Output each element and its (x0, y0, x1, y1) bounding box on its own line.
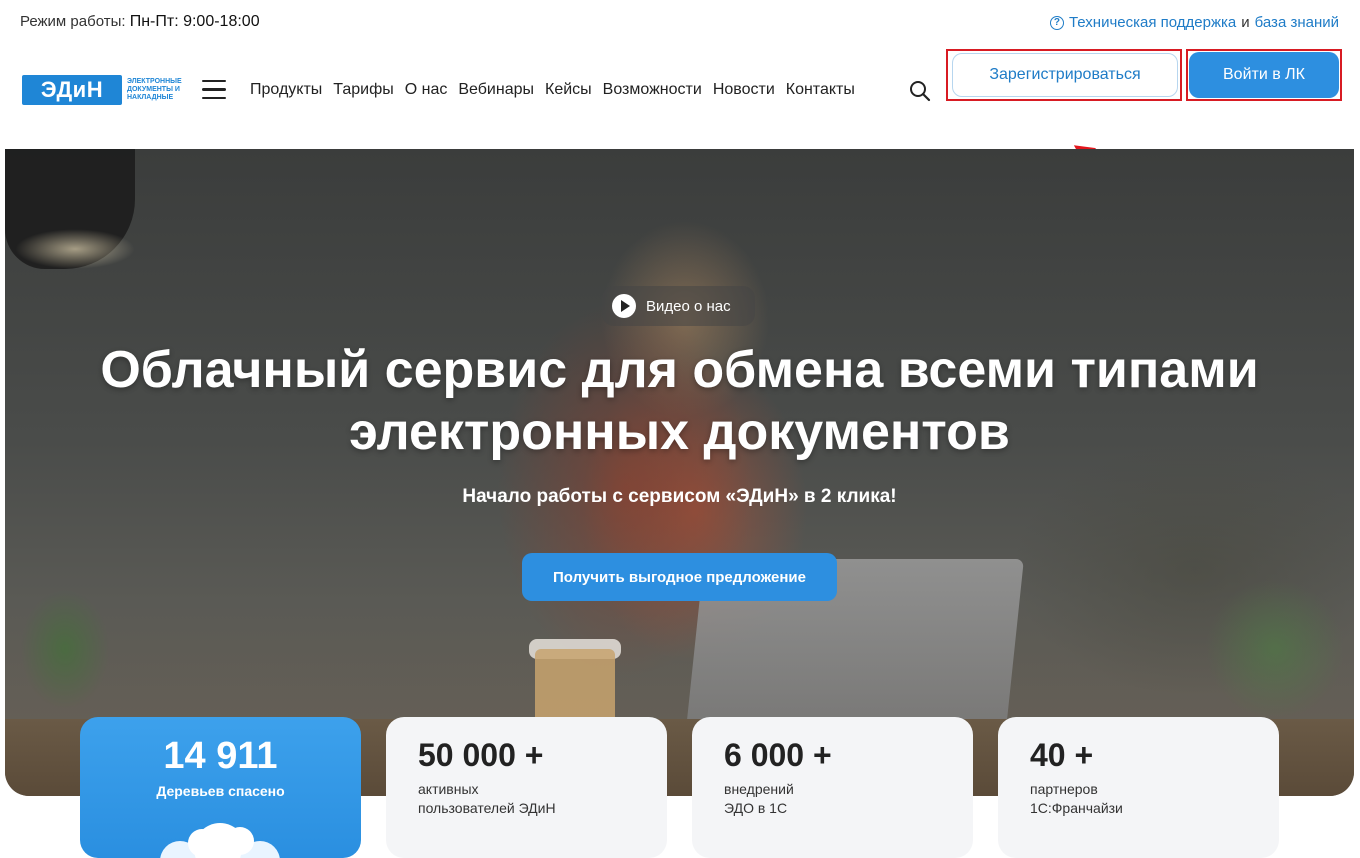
working-hours: Режим работы: Пн-Пт: 9:00-18:00 (20, 13, 260, 31)
menu-icon[interactable] (202, 80, 226, 100)
hero-title-line1: Облачный сервис для обмена всеми типами (100, 341, 1259, 399)
hero-title-line2: электронных документов (349, 403, 1010, 461)
topbar: Режим работы: Пн-Пт: 9:00-18:00 ? Технич… (0, 0, 1360, 46)
nav-item-features[interactable]: Возможности (603, 81, 702, 99)
nav-item-tariffs[interactable]: Тарифы (333, 81, 393, 99)
stat-card-users: 50 000 + активных пользователей ЭДиН (386, 717, 667, 858)
nav-item-about[interactable]: О нас (405, 81, 448, 99)
video-button[interactable]: Видео о нас (602, 286, 755, 326)
nav-item-news[interactable]: Новости (713, 81, 775, 99)
stat-value: 14 911 (163, 735, 278, 777)
play-icon (612, 294, 636, 318)
support-conjunction: и (1241, 14, 1250, 31)
hours-value: Пн-Пт: 9:00-18:00 (129, 13, 260, 30)
logo-tagline: электронные документы и накладные (127, 78, 182, 101)
trees-icon (160, 823, 280, 858)
plant-image-right (1205, 579, 1345, 719)
question-icon: ? (1049, 15, 1064, 30)
stat-card-partners: 40 + партнеров 1С:Франчайзи (998, 717, 1279, 858)
support-links: ? Техническая поддержка и база знаний (1049, 14, 1339, 31)
stat-label-line1: партнеров (1030, 781, 1098, 797)
stat-value: 40 + (1030, 737, 1094, 773)
hero-title: Облачный сервис для обмена всеми типами … (5, 339, 1354, 463)
hero-subtitle: Начало работы с сервисом «ЭДиН» в 2 клик… (462, 486, 897, 507)
stat-value: 50 000 + (418, 737, 544, 773)
stat-label-line1: активных (418, 781, 479, 797)
stat-label: активных пользователей ЭДиН (418, 780, 635, 818)
search-icon[interactable] (909, 80, 931, 102)
stat-card-implementations: 6 000 + внедрений ЭДО в 1С (692, 717, 973, 858)
nav-item-contacts[interactable]: Контакты (786, 81, 855, 99)
knowledge-base-link[interactable]: база знаний (1255, 14, 1339, 31)
get-offer-button[interactable]: Получить выгодное предложение (522, 553, 837, 601)
stat-card-trees: 14 911 Деревьев спасено (80, 717, 361, 858)
lamp-glow (15, 229, 135, 269)
hours-label: Режим работы: (20, 13, 126, 30)
stat-label: Деревьев спасено (156, 783, 285, 799)
support-link[interactable]: Техническая поддержка (1069, 14, 1236, 31)
logo[interactable]: ЭДиН электронные документы и накладные (22, 75, 197, 105)
register-button[interactable]: Зарегистрироваться (952, 53, 1178, 97)
stat-value: 6 000 + (724, 737, 832, 773)
stat-label-line2: пользователей ЭДиН (418, 800, 556, 816)
hero-banner: Видео о нас Облачный сервис для обмена в… (5, 149, 1354, 796)
stat-label: партнеров 1С:Франчайзи (1030, 780, 1247, 818)
stat-label-line2: ЭДО в 1С (724, 800, 788, 816)
stat-label: внедрений ЭДО в 1С (724, 780, 941, 818)
main-nav: Продукты Тарифы О нас Вебинары Кейсы Воз… (250, 81, 855, 99)
nav-item-cases[interactable]: Кейсы (545, 81, 592, 99)
video-label: Видео о нас (646, 297, 731, 315)
logo-mark: ЭДиН (22, 75, 122, 105)
login-button[interactable]: Войти в ЛК (1189, 52, 1339, 98)
nav-item-products[interactable]: Продукты (250, 81, 322, 99)
logo-mark-text: ЭДиН (40, 77, 104, 102)
nav-item-webinars[interactable]: Вебинары (458, 81, 534, 99)
plant-image (20, 589, 110, 709)
stat-label-line2: 1С:Франчайзи (1030, 800, 1123, 816)
header: ЭДиН электронные документы и накладные П… (0, 46, 1360, 202)
stat-label-line1: внедрений (724, 781, 794, 797)
